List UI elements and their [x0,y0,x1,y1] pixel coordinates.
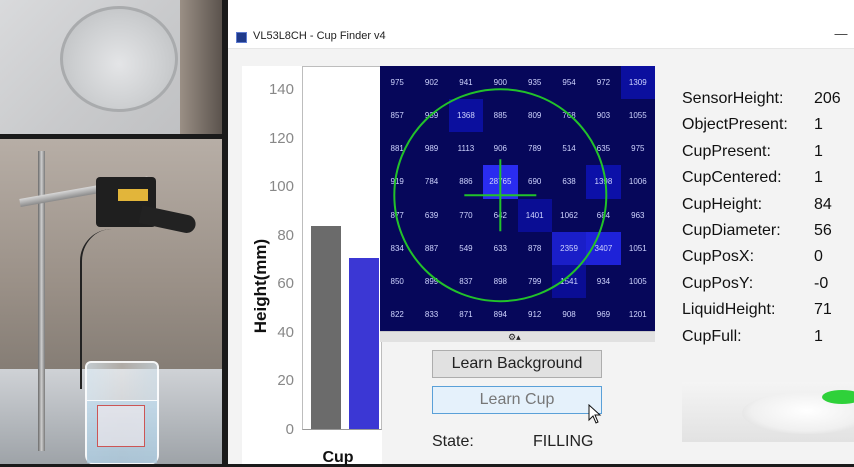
readout-key: CupDiameter: [682,222,781,239]
readout-row: CupPresent: 1 [682,143,847,163]
readout-key: CupPresent: [682,142,771,160]
x-axis-label: Cup [322,449,354,466]
window-title: VL53L8CH - Cup Finder v4 [253,30,386,42]
readout-value: 84 [814,195,832,213]
photo-shadow [180,0,222,134]
bar-series-0 [311,226,341,429]
toolbar-gear-icon[interactable]: ⚙▴ [508,332,521,342]
cup-top-view [60,6,178,112]
learn-cup-button[interactable]: Learn Cup [432,386,602,414]
readout-value: 56 [814,222,832,239]
preview-green-marker [822,390,854,404]
distance-heatmap: 975 902 941 900 935 954 972 1309 857 939 1368 885 80… [380,66,655,331]
camera-photo-side [0,139,222,464]
y-tick-label: 80 [277,226,294,244]
y-tick-label: 60 [277,275,294,293]
readout-value: 1 [814,169,823,187]
readout-key: CupHeight: [682,195,763,213]
readout-row: CupDiameter: 56 [682,222,847,242]
state-value: FILLING [533,433,594,450]
y-tick-label: 40 [277,323,294,341]
readout-value: 71 [814,301,832,319]
y-tick-label: 120 [268,129,294,147]
plot-area [302,66,382,430]
readout-value: 1 [814,116,823,134]
readout-row: CupCentered: 1 [682,169,847,189]
learn-background-button[interactable]: Learn Background [432,350,602,378]
readout-key: ObjectPresent: [682,116,788,134]
bar-series-1 [349,257,379,429]
minimize-button[interactable]: — [833,26,849,42]
readout-key: LiquidHeight: [682,301,776,319]
readout-value: 1 [814,142,823,160]
readout-row: CupHeight: 84 [682,196,847,216]
sensor-board [118,189,148,201]
readout-row: CupPosY: -0 [682,275,847,295]
cup-overlay [393,88,608,303]
height-bar-chart: Height(mm) Cup 0 20 40 60 80 100 120 140 [242,66,382,466]
readout-row: CupPosX: 0 [682,248,847,268]
readout-value: -0 [814,274,829,292]
readout-row: ObjectPresent: 1 [682,116,847,136]
readout-key: CupPosX: [682,248,755,266]
readout-value: 206 [814,90,841,107]
glass-cup [85,361,159,464]
camera-photo-top [0,0,222,134]
sensor-bracket [138,205,198,235]
readout-key: CupCentered: [682,169,782,187]
readout-row: CupFull: 1 [682,328,847,348]
readout-value: 1 [814,327,823,345]
readout-key: CupPosY: [682,274,754,292]
y-tick-label: 0 [285,421,294,438]
title-bar: VL53L8CH - Cup Finder v4 — [228,0,854,49]
readout-key: CupFull: [682,327,742,345]
app-icon [236,32,247,43]
y-tick-label: 140 [268,81,294,99]
app-window: VL53L8CH - Cup Finder v4 — Height(mm) Cu… [228,0,854,466]
cup-preview-image [682,382,854,442]
state-label: State: [432,433,474,450]
readout-row: SensorHeight: 206 [682,90,847,110]
y-tick-label: 100 [268,178,294,196]
heatmap-toolbar[interactable]: ⚙▴ [380,331,655,342]
mouse-cursor-icon [588,404,602,424]
readout-key: SensorHeight: [682,90,784,107]
y-tick-label: 20 [277,372,294,390]
readout-value: 0 [814,248,823,266]
glass-label [97,405,145,447]
readout-row: LiquidHeight: 71 [682,301,847,321]
